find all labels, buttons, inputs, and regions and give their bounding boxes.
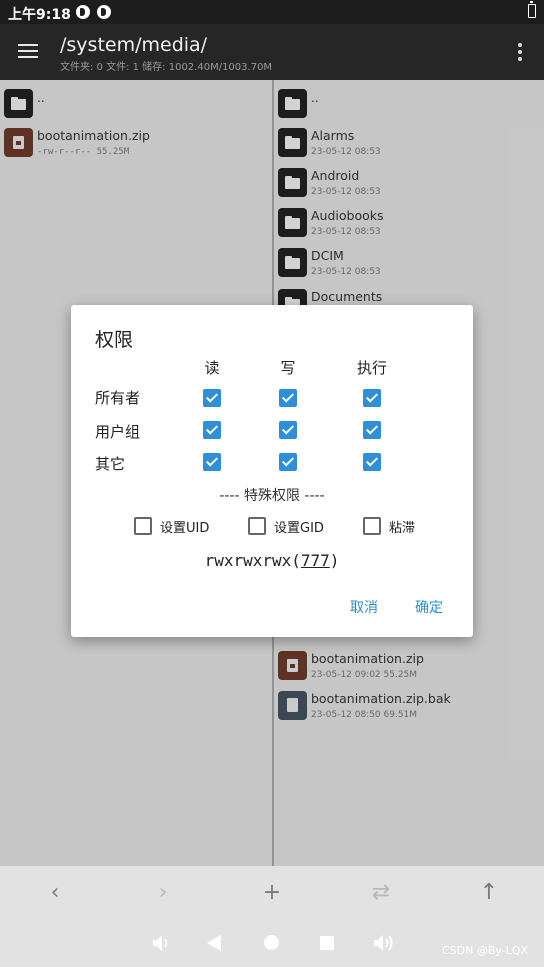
- perm-suffix: ): [329, 551, 340, 570]
- chevron-left-icon[interactable]: ‹: [40, 880, 70, 906]
- col-read: 读: [204, 359, 220, 377]
- home-icon[interactable]: [264, 935, 279, 950]
- status-time: 上午9:18: [8, 7, 71, 23]
- owner-write-checkbox[interactable]: [279, 389, 297, 407]
- system-nav-bar: CSDN @By-LQX: [0, 920, 544, 967]
- other-write-checkbox[interactable]: [279, 453, 297, 471]
- permissions-dialog: 权限 读 写 执行 所有者 用户组 其它 ---- 特殊权限 ---- 设置UI…: [71, 305, 473, 637]
- storage-info: 文件夹: 0 文件: 1 储存: 1002.40M/1003.70M: [60, 62, 273, 73]
- current-path: /system/media/: [60, 34, 208, 56]
- more-vert-icon[interactable]: [518, 43, 522, 61]
- plus-icon[interactable]: +: [257, 880, 287, 906]
- back-icon[interactable]: [207, 935, 221, 951]
- group-execute-checkbox[interactable]: [363, 421, 381, 439]
- dialog-title: 权限: [95, 329, 134, 351]
- hamburger-icon[interactable]: [18, 44, 38, 60]
- setuid-label[interactable]: 设置UID: [160, 517, 209, 536]
- swap-icon[interactable]: ⇄: [366, 880, 396, 906]
- owner-read-checkbox[interactable]: [203, 389, 221, 407]
- app-bar: /system/media/ 文件夹: 0 文件: 1 储存: 1002.40M…: [0, 24, 544, 80]
- watermark: CSDN @By-LQX: [441, 944, 528, 957]
- battery-icon: [528, 1, 536, 18]
- other-read-checkbox[interactable]: [203, 453, 221, 471]
- other-execute-checkbox[interactable]: [363, 453, 381, 471]
- setuid-checkbox[interactable]: [134, 517, 152, 535]
- setgid-checkbox[interactable]: [248, 517, 266, 535]
- volume-up-icon[interactable]: [371, 932, 395, 954]
- perm-symbolic: rwxrwxrwx(: [204, 551, 301, 570]
- owner-execute-checkbox[interactable]: [363, 389, 381, 407]
- status-bar: 上午9:18: [0, 0, 544, 24]
- f-icon: [76, 5, 90, 19]
- f-icon: [97, 5, 111, 19]
- special-permissions-title: ---- 特殊权限 ----: [219, 488, 325, 504]
- row-owner-label: 所有者: [95, 389, 141, 407]
- sticky-label[interactable]: 粘滞: [389, 517, 415, 536]
- cancel-button[interactable]: 取消: [350, 597, 378, 617]
- col-write: 写: [280, 359, 296, 377]
- group-read-checkbox[interactable]: [203, 421, 221, 439]
- volume-down-icon[interactable]: [150, 932, 172, 954]
- ok-button[interactable]: 确定: [415, 597, 443, 617]
- row-other-label: 其它: [95, 455, 126, 473]
- col-execute: 执行: [356, 359, 387, 377]
- arrow-up-icon[interactable]: ↑: [474, 880, 504, 906]
- row-group-label: 用户组: [95, 423, 141, 441]
- group-write-checkbox[interactable]: [279, 421, 297, 439]
- chevron-right-icon[interactable]: ›: [148, 880, 178, 906]
- permission-string: rwxrwxrwx(777): [71, 551, 473, 570]
- setgid-label[interactable]: 设置GID: [274, 517, 324, 536]
- perm-octal-value: 777: [300, 551, 330, 570]
- bottom-toolbar: ‹ › + ⇄ ↑: [0, 866, 544, 920]
- sticky-checkbox[interactable]: [363, 517, 381, 535]
- recents-icon[interactable]: [320, 936, 334, 950]
